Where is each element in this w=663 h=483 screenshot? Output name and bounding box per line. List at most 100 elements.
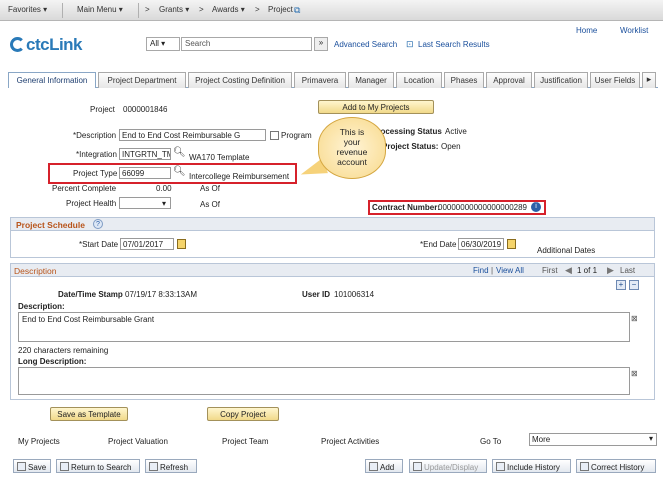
project-label: Project xyxy=(90,105,115,114)
end-date-field[interactable]: 06/30/2019 xyxy=(458,238,504,250)
search-results-icon: ⊡ xyxy=(406,39,414,49)
add-row-icon[interactable]: + xyxy=(616,280,626,290)
row-range: 1 of 1 xyxy=(577,266,598,275)
project-health-select[interactable]: ▾ xyxy=(119,197,171,209)
tab-project-costing-definition[interactable]: Project Costing Definition xyxy=(188,72,292,88)
info-icon[interactable]: i xyxy=(531,202,541,212)
breadcrumb-arrow: > xyxy=(255,5,260,14)
header: ctcLink Home Worklist All ▾ Search » Adv… xyxy=(0,21,663,63)
view-all-link[interactable]: View All xyxy=(496,266,524,275)
go-to-select[interactable]: More ▾ xyxy=(529,433,657,446)
save-button[interactable]: Save xyxy=(13,459,51,473)
breadcrumb-awards[interactable]: Awards ▾ xyxy=(212,5,245,14)
last-label[interactable]: Last xyxy=(620,266,635,275)
long-description-textarea[interactable] xyxy=(18,367,630,395)
description-field-label: Description: xyxy=(18,302,65,311)
previous-icon[interactable]: ◀ xyxy=(565,265,572,276)
project-valuation-link[interactable]: Project Valuation xyxy=(108,437,168,446)
calendar-icon[interactable] xyxy=(507,239,516,249)
as-of-label: As Of xyxy=(200,200,221,209)
expand-icon[interactable]: ⊠ xyxy=(631,369,638,378)
page-tabs: General Information Project Department P… xyxy=(8,72,658,88)
tab-phases[interactable]: Phases xyxy=(444,72,484,88)
tab-approval[interactable]: Approval xyxy=(486,72,532,88)
correct-history-button[interactable]: Correct History xyxy=(576,459,656,473)
tab-project-department[interactable]: Project Department xyxy=(98,72,186,88)
find-link[interactable]: Find xyxy=(473,266,489,275)
project-type-field[interactable]: 66099 xyxy=(119,167,171,179)
tab-manager[interactable]: Manager xyxy=(348,72,394,88)
search-scope-select[interactable]: All ▾ xyxy=(146,37,180,51)
return-to-search-button[interactable]: Return to Search xyxy=(56,459,140,473)
advanced-search-link[interactable]: Advanced Search xyxy=(334,40,397,49)
delete-row-icon[interactable]: − xyxy=(629,280,639,290)
favorites-menu[interactable]: Favorites ▾ xyxy=(8,5,47,14)
datetime-stamp-label: Date/Time Stamp xyxy=(58,290,123,299)
user-id-label: User ID xyxy=(302,290,331,299)
refresh-icon xyxy=(149,462,158,471)
program-checkbox[interactable] xyxy=(270,131,279,140)
contract-number-label: Contract Number: xyxy=(372,203,441,212)
worklist-link[interactable]: Worklist xyxy=(620,26,648,35)
update-display-button[interactable]: Update/Display xyxy=(409,459,487,473)
start-date-label: *Start Date xyxy=(79,240,119,249)
integration-lookup-icon[interactable]: 🔍︎ xyxy=(173,147,186,158)
start-date-field[interactable]: 07/01/2017 xyxy=(120,238,174,250)
help-icon[interactable]: ? xyxy=(93,219,103,229)
long-description-label: Long Description: xyxy=(18,357,87,366)
last-search-results-link[interactable]: Last Search Results xyxy=(418,40,490,49)
next-icon[interactable]: ▶ xyxy=(607,265,614,276)
search-input[interactable]: Search xyxy=(181,37,312,51)
expand-icon[interactable]: ⊠ xyxy=(631,314,638,323)
end-date-label: *End Date xyxy=(420,240,457,249)
first-label[interactable]: First xyxy=(542,266,558,275)
save-as-template-button[interactable]: Save as Template xyxy=(50,407,128,421)
update-display-icon xyxy=(413,462,422,471)
project-status-value[interactable]: Open xyxy=(441,142,461,151)
project-activities-link[interactable]: Project Activities xyxy=(321,437,379,446)
tab-location[interactable]: Location xyxy=(396,72,442,88)
tab-user-fields[interactable]: User Fields xyxy=(590,72,640,88)
user-id-value: 101006314 xyxy=(334,290,375,299)
description-textarea[interactable]: End to End Cost Reimbursable Grant xyxy=(18,312,630,342)
refresh-button[interactable]: Refresh xyxy=(145,459,197,473)
breadcrumb-project[interactable]: Project xyxy=(268,5,293,14)
nav-divider xyxy=(138,3,139,18)
search-go-button[interactable]: » xyxy=(314,37,328,51)
as-of-label: As Of xyxy=(200,184,221,193)
description-field[interactable]: End to End Cost Reimbursable G xyxy=(119,129,266,141)
contract-number-link[interactable]: 00000000000000000289 xyxy=(438,203,527,212)
additional-dates-link[interactable]: Additional Dates xyxy=(537,246,595,255)
tab-scroll-right-icon[interactable]: ▸ xyxy=(642,72,656,88)
add-to-my-projects-button[interactable]: Add to My Projects xyxy=(318,100,434,114)
tab-justification[interactable]: Justification xyxy=(534,72,588,88)
calendar-icon[interactable] xyxy=(177,239,186,249)
description-label: *Description xyxy=(73,131,117,140)
project-type-description: Intercollege Reimbursement xyxy=(189,172,290,181)
tab-general-information[interactable]: General Information xyxy=(8,72,96,88)
new-window-icon[interactable]: ⧉ xyxy=(294,5,300,16)
main-menu[interactable]: Main Menu ▾ xyxy=(77,5,123,14)
return-icon xyxy=(60,462,69,471)
tab-primavera[interactable]: Primavera xyxy=(294,72,346,88)
project-status-label: Project Status: xyxy=(382,142,439,151)
chevron-down-icon: ▾ xyxy=(161,199,166,208)
copy-project-button[interactable]: Copy Project xyxy=(207,407,279,421)
integration-field[interactable]: INTGRTN_TMP xyxy=(119,148,171,160)
ctclink-logo: ctcLink xyxy=(10,35,83,55)
include-history-icon xyxy=(496,462,505,471)
project-type-lookup-icon[interactable]: 🔍︎ xyxy=(173,166,186,177)
chevron-down-icon: ▾ xyxy=(161,39,166,48)
save-icon xyxy=(17,462,26,471)
add-button[interactable]: Add xyxy=(365,459,403,473)
home-link[interactable]: Home xyxy=(576,26,597,35)
my-projects-link[interactable]: My Projects xyxy=(18,437,60,446)
integration-description: WA170 Template xyxy=(189,153,250,162)
project-team-link[interactable]: Project Team xyxy=(222,437,269,446)
include-history-button[interactable]: Include History xyxy=(492,459,571,473)
top-navigation-bar: Favorites ▾ Main Menu ▾ > Grants ▾ > Awa… xyxy=(0,0,663,21)
project-health-label: Project Health xyxy=(66,199,117,208)
chevron-down-icon: ▾ xyxy=(648,434,653,443)
go-to-label: Go To xyxy=(480,437,502,446)
breadcrumb-grants[interactable]: Grants ▾ xyxy=(159,5,189,14)
